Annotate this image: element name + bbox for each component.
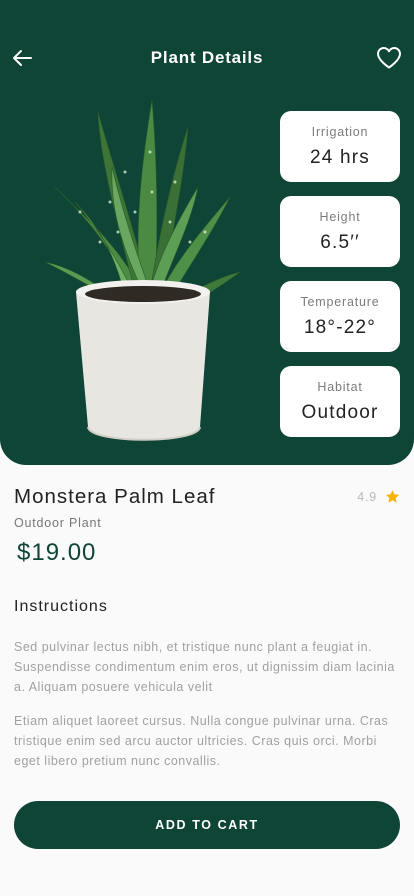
page-title: Plant Details: [150, 48, 264, 67]
product-type: Outdoor Plant: [14, 516, 102, 530]
instructions-paragraph: Sed pulvinar lectus nibh, et tristique n…: [14, 640, 395, 694]
spec-label: Height: [319, 210, 361, 224]
product-price: $19.00: [17, 539, 97, 566]
add-to-cart-button[interactable]: ADD TO CART: [14, 801, 400, 849]
spec-value: 24 hrs: [309, 147, 370, 168]
instructions-paragraph: Etiam aliquet laoreet cursus. Nulla cong…: [14, 714, 389, 768]
spec-value: 6.5′′: [320, 232, 360, 253]
spec-label: Temperature: [300, 295, 380, 309]
spec-value: Outdoor: [301, 402, 379, 423]
hero-panel: Plant Details Irrigation 24 hrs Height 6…: [0, 0, 414, 465]
spec-value: 18°-22°: [303, 317, 377, 338]
product-name: Monstera Palm Leaf: [14, 485, 216, 508]
star-icon: [385, 490, 400, 503]
spec-label: Habitat: [317, 380, 363, 394]
plant-image: [44, 99, 240, 441]
instructions-heading: Instructions: [14, 598, 108, 615]
spec-card-irrigation: Irrigation 24 hrs: [280, 111, 400, 182]
favorite-button[interactable]: [376, 46, 402, 70]
spec-card-temperature: Temperature 18°-22°: [280, 281, 400, 352]
rating: 4.9: [357, 489, 400, 504]
spec-card-height: Height 6.5′′: [280, 196, 400, 267]
rating-value: 4.9: [357, 489, 377, 504]
heart-outline-icon: [377, 47, 401, 69]
spec-card-habitat: Habitat Outdoor: [280, 366, 400, 437]
spec-label: Irrigation: [311, 125, 369, 139]
